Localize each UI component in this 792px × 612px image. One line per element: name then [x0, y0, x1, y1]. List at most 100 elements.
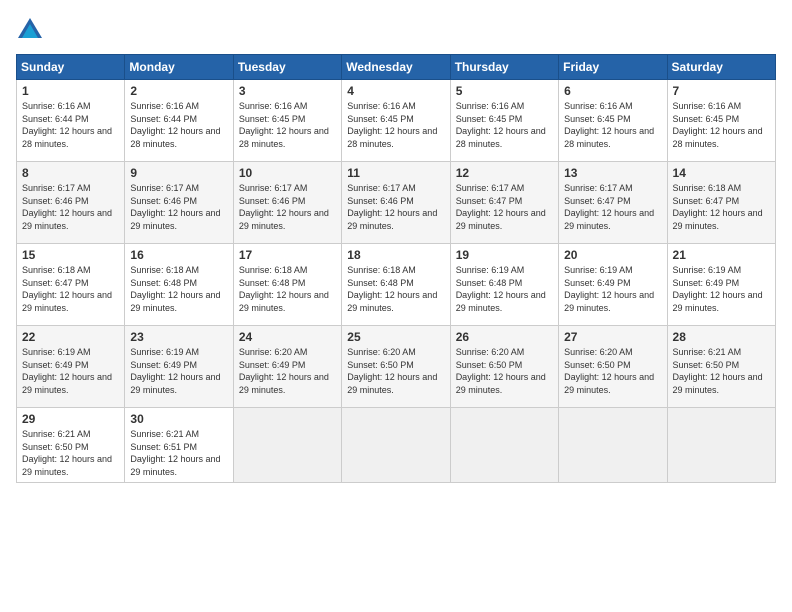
day-info: Sunrise: 6:16 AMSunset: 6:45 PMDaylight:…	[347, 101, 437, 149]
calendar-cell: 27 Sunrise: 6:20 AMSunset: 6:50 PMDaylig…	[559, 326, 667, 408]
week-row-3: 15 Sunrise: 6:18 AMSunset: 6:47 PMDaylig…	[17, 244, 776, 326]
day-number: 22	[22, 330, 119, 344]
calendar-cell: 15 Sunrise: 6:18 AMSunset: 6:47 PMDaylig…	[17, 244, 125, 326]
day-info: Sunrise: 6:17 AMSunset: 6:46 PMDaylight:…	[22, 183, 112, 231]
calendar-cell: 29 Sunrise: 6:21 AMSunset: 6:50 PMDaylig…	[17, 408, 125, 483]
weekday-header-monday: Monday	[125, 55, 233, 80]
page: SundayMondayTuesdayWednesdayThursdayFrid…	[0, 0, 792, 612]
weekday-header-saturday: Saturday	[667, 55, 775, 80]
day-number: 20	[564, 248, 661, 262]
day-info: Sunrise: 6:18 AMSunset: 6:48 PMDaylight:…	[130, 265, 220, 313]
calendar-cell: 17 Sunrise: 6:18 AMSunset: 6:48 PMDaylig…	[233, 244, 341, 326]
calendar-cell	[450, 408, 558, 483]
day-info: Sunrise: 6:16 AMSunset: 6:45 PMDaylight:…	[564, 101, 654, 149]
day-number: 6	[564, 84, 661, 98]
calendar-cell: 20 Sunrise: 6:19 AMSunset: 6:49 PMDaylig…	[559, 244, 667, 326]
day-info: Sunrise: 6:17 AMSunset: 6:46 PMDaylight:…	[130, 183, 220, 231]
day-info: Sunrise: 6:20 AMSunset: 6:50 PMDaylight:…	[564, 347, 654, 395]
day-number: 25	[347, 330, 444, 344]
day-number: 1	[22, 84, 119, 98]
calendar-cell: 7 Sunrise: 6:16 AMSunset: 6:45 PMDayligh…	[667, 80, 775, 162]
day-info: Sunrise: 6:21 AMSunset: 6:50 PMDaylight:…	[22, 429, 112, 477]
day-number: 14	[673, 166, 770, 180]
calendar-cell: 18 Sunrise: 6:18 AMSunset: 6:48 PMDaylig…	[342, 244, 450, 326]
week-row-2: 8 Sunrise: 6:17 AMSunset: 6:46 PMDayligh…	[17, 162, 776, 244]
day-number: 10	[239, 166, 336, 180]
day-number: 15	[22, 248, 119, 262]
day-number: 24	[239, 330, 336, 344]
weekday-header-wednesday: Wednesday	[342, 55, 450, 80]
day-info: Sunrise: 6:21 AMSunset: 6:50 PMDaylight:…	[673, 347, 763, 395]
calendar-cell: 6 Sunrise: 6:16 AMSunset: 6:45 PMDayligh…	[559, 80, 667, 162]
day-number: 27	[564, 330, 661, 344]
calendar-cell: 26 Sunrise: 6:20 AMSunset: 6:50 PMDaylig…	[450, 326, 558, 408]
day-info: Sunrise: 6:18 AMSunset: 6:48 PMDaylight:…	[239, 265, 329, 313]
day-number: 23	[130, 330, 227, 344]
calendar-cell: 4 Sunrise: 6:16 AMSunset: 6:45 PMDayligh…	[342, 80, 450, 162]
day-number: 9	[130, 166, 227, 180]
calendar: SundayMondayTuesdayWednesdayThursdayFrid…	[16, 54, 776, 483]
day-info: Sunrise: 6:19 AMSunset: 6:48 PMDaylight:…	[456, 265, 546, 313]
day-number: 13	[564, 166, 661, 180]
day-number: 11	[347, 166, 444, 180]
calendar-cell: 28 Sunrise: 6:21 AMSunset: 6:50 PMDaylig…	[667, 326, 775, 408]
day-info: Sunrise: 6:18 AMSunset: 6:48 PMDaylight:…	[347, 265, 437, 313]
day-info: Sunrise: 6:17 AMSunset: 6:46 PMDaylight:…	[347, 183, 437, 231]
calendar-cell: 25 Sunrise: 6:20 AMSunset: 6:50 PMDaylig…	[342, 326, 450, 408]
day-number: 5	[456, 84, 553, 98]
weekday-header-row: SundayMondayTuesdayWednesdayThursdayFrid…	[17, 55, 776, 80]
calendar-cell: 30 Sunrise: 6:21 AMSunset: 6:51 PMDaylig…	[125, 408, 233, 483]
calendar-cell: 2 Sunrise: 6:16 AMSunset: 6:44 PMDayligh…	[125, 80, 233, 162]
day-number: 3	[239, 84, 336, 98]
calendar-cell: 12 Sunrise: 6:17 AMSunset: 6:47 PMDaylig…	[450, 162, 558, 244]
day-info: Sunrise: 6:16 AMSunset: 6:45 PMDaylight:…	[239, 101, 329, 149]
calendar-cell: 10 Sunrise: 6:17 AMSunset: 6:46 PMDaylig…	[233, 162, 341, 244]
day-info: Sunrise: 6:17 AMSunset: 6:46 PMDaylight:…	[239, 183, 329, 231]
day-number: 12	[456, 166, 553, 180]
week-row-5: 29 Sunrise: 6:21 AMSunset: 6:50 PMDaylig…	[17, 408, 776, 483]
week-row-1: 1 Sunrise: 6:16 AMSunset: 6:44 PMDayligh…	[17, 80, 776, 162]
day-info: Sunrise: 6:19 AMSunset: 6:49 PMDaylight:…	[130, 347, 220, 395]
calendar-cell	[342, 408, 450, 483]
calendar-cell: 21 Sunrise: 6:19 AMSunset: 6:49 PMDaylig…	[667, 244, 775, 326]
day-info: Sunrise: 6:20 AMSunset: 6:49 PMDaylight:…	[239, 347, 329, 395]
calendar-cell: 1 Sunrise: 6:16 AMSunset: 6:44 PMDayligh…	[17, 80, 125, 162]
weekday-header-sunday: Sunday	[17, 55, 125, 80]
weekday-header-thursday: Thursday	[450, 55, 558, 80]
header	[16, 16, 776, 44]
day-info: Sunrise: 6:19 AMSunset: 6:49 PMDaylight:…	[673, 265, 763, 313]
day-number: 2	[130, 84, 227, 98]
day-number: 28	[673, 330, 770, 344]
day-number: 18	[347, 248, 444, 262]
day-number: 7	[673, 84, 770, 98]
day-info: Sunrise: 6:16 AMSunset: 6:44 PMDaylight:…	[22, 101, 112, 149]
logo-icon	[16, 16, 44, 44]
calendar-cell	[667, 408, 775, 483]
day-info: Sunrise: 6:16 AMSunset: 6:45 PMDaylight:…	[673, 101, 763, 149]
day-info: Sunrise: 6:20 AMSunset: 6:50 PMDaylight:…	[456, 347, 546, 395]
day-info: Sunrise: 6:17 AMSunset: 6:47 PMDaylight:…	[564, 183, 654, 231]
day-info: Sunrise: 6:20 AMSunset: 6:50 PMDaylight:…	[347, 347, 437, 395]
day-info: Sunrise: 6:16 AMSunset: 6:45 PMDaylight:…	[456, 101, 546, 149]
calendar-cell: 8 Sunrise: 6:17 AMSunset: 6:46 PMDayligh…	[17, 162, 125, 244]
day-info: Sunrise: 6:17 AMSunset: 6:47 PMDaylight:…	[456, 183, 546, 231]
weekday-header-tuesday: Tuesday	[233, 55, 341, 80]
calendar-cell: 5 Sunrise: 6:16 AMSunset: 6:45 PMDayligh…	[450, 80, 558, 162]
calendar-cell: 23 Sunrise: 6:19 AMSunset: 6:49 PMDaylig…	[125, 326, 233, 408]
calendar-cell: 16 Sunrise: 6:18 AMSunset: 6:48 PMDaylig…	[125, 244, 233, 326]
day-info: Sunrise: 6:16 AMSunset: 6:44 PMDaylight:…	[130, 101, 220, 149]
calendar-cell	[559, 408, 667, 483]
day-number: 26	[456, 330, 553, 344]
day-info: Sunrise: 6:21 AMSunset: 6:51 PMDaylight:…	[130, 429, 220, 477]
day-info: Sunrise: 6:18 AMSunset: 6:47 PMDaylight:…	[22, 265, 112, 313]
calendar-cell: 14 Sunrise: 6:18 AMSunset: 6:47 PMDaylig…	[667, 162, 775, 244]
day-number: 16	[130, 248, 227, 262]
day-number: 19	[456, 248, 553, 262]
day-number: 4	[347, 84, 444, 98]
calendar-cell: 24 Sunrise: 6:20 AMSunset: 6:49 PMDaylig…	[233, 326, 341, 408]
day-number: 30	[130, 412, 227, 426]
weekday-header-friday: Friday	[559, 55, 667, 80]
calendar-cell: 13 Sunrise: 6:17 AMSunset: 6:47 PMDaylig…	[559, 162, 667, 244]
calendar-cell: 11 Sunrise: 6:17 AMSunset: 6:46 PMDaylig…	[342, 162, 450, 244]
calendar-cell: 3 Sunrise: 6:16 AMSunset: 6:45 PMDayligh…	[233, 80, 341, 162]
